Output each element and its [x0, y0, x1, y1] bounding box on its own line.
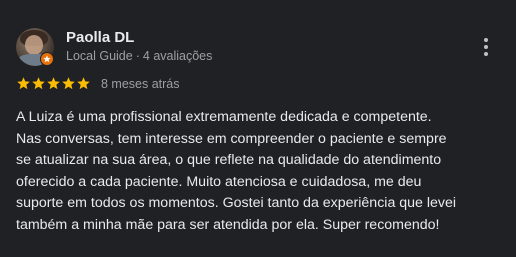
menu-dot [484, 38, 488, 42]
star-icon [77, 77, 90, 90]
reviewer-name[interactable]: Paolla DL [66, 29, 134, 46]
review-card: Paolla DL Local Guide · 4 avaliações 8 mes… [0, 0, 516, 257]
review-text-line: Nas conversas, tem interesse em compreen… [16, 130, 447, 147]
review-text-line: A Luiza é uma profissional extremamente … [16, 109, 432, 125]
review-date: 8 meses atrás [101, 77, 180, 91]
local-guide-badge-icon [40, 52, 54, 66]
local-guide-star-icon [42, 54, 51, 62]
star-icon [62, 77, 75, 90]
review-text: A Luiza é uma profissional extremamente … [16, 107, 498, 237]
review-text-line: também a minha mãe para ser atendida por… [16, 216, 440, 233]
review-text-line: suporte em todos os momentos. Gostei tan… [16, 195, 457, 212]
reviewer-meta: Local Guide · 4 avaliações [66, 49, 212, 63]
star-rating [16, 76, 91, 92]
menu-dot [484, 45, 488, 49]
review-count: 4 avaliações [142, 49, 213, 63]
more-options-button[interactable] [474, 34, 498, 60]
meta-separator: · [135, 49, 140, 63]
local-guide-label: Local Guide [66, 49, 133, 63]
star-icon [47, 77, 60, 90]
star-icon [32, 77, 45, 90]
review-text-line: se atualizar na sua área, o que reflete … [16, 152, 442, 169]
avatar-face [25, 35, 43, 55]
star-icon [17, 77, 30, 90]
menu-dot [484, 52, 488, 56]
review-text-line: oferecido a cada paciente. Muito atencio… [16, 173, 422, 190]
